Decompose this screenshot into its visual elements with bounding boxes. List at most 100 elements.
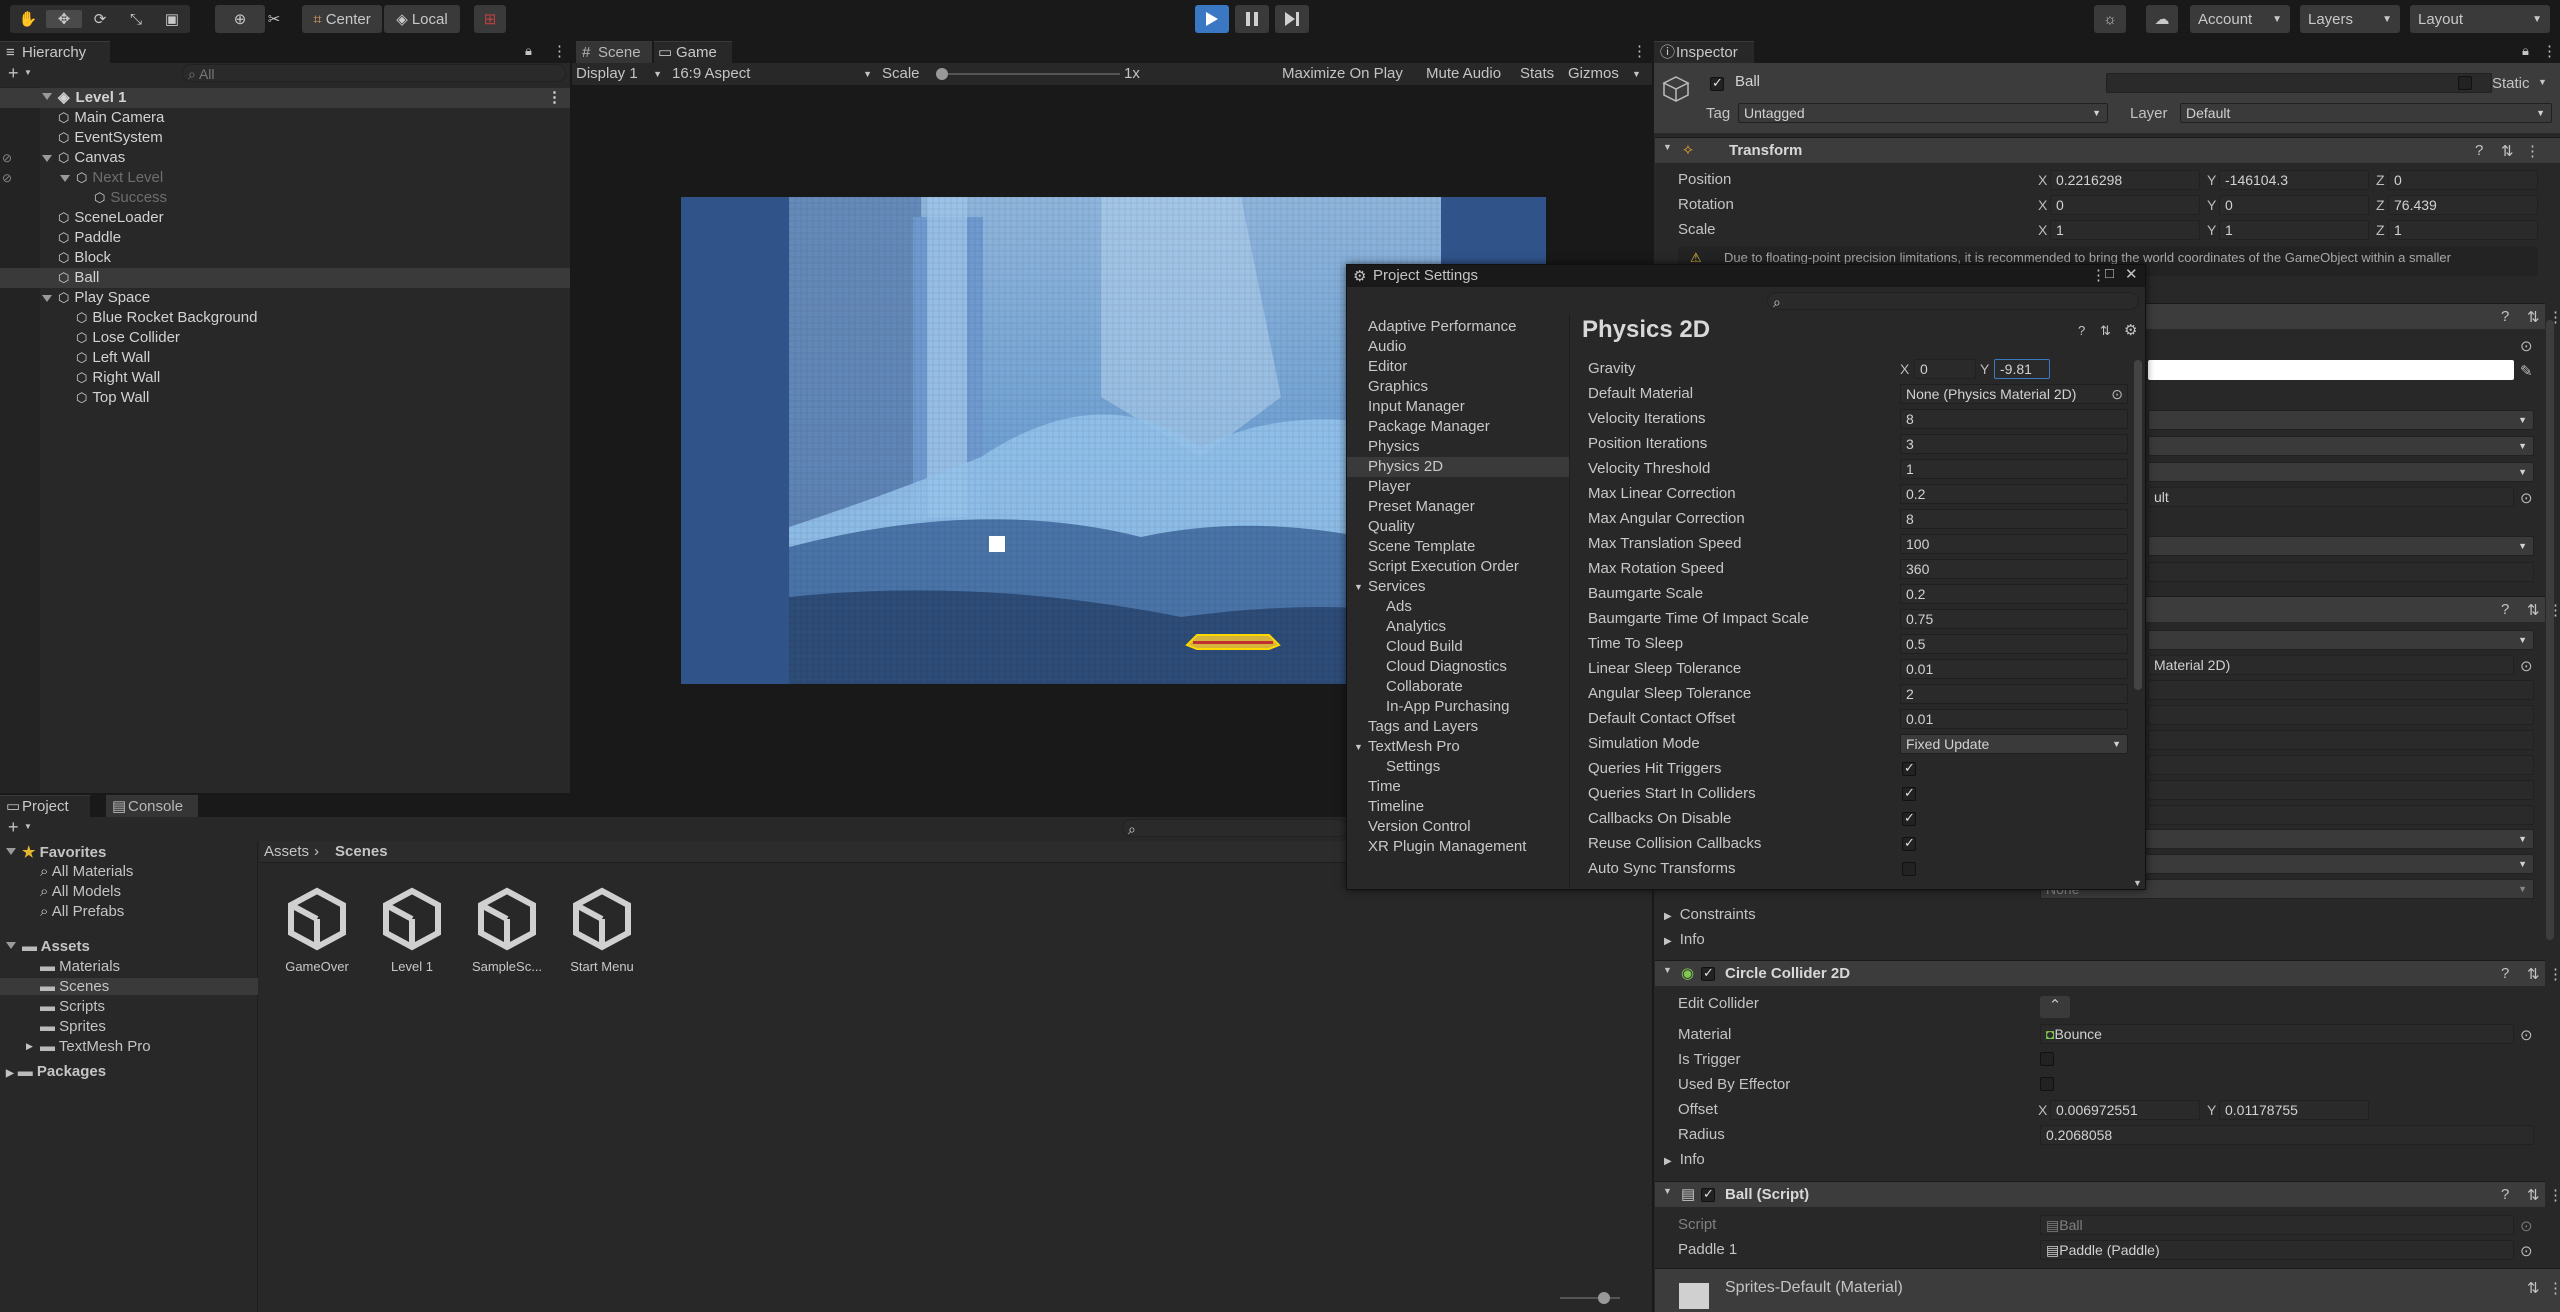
expand-arrow-icon[interactable] [42,295,52,302]
hierarchy-item[interactable]: ⬡ Lose Collider [0,328,570,348]
setting-checkbox[interactable] [1902,862,1916,876]
more-options-icon[interactable]: ⋮ [2091,266,2106,284]
asset-folder-item[interactable]: ▬ Sprites [0,1018,258,1035]
info-foldout[interactable]: ▶ Info [1664,931,1705,948]
tab-hierarchy[interactable]: ≡ Hierarchy [0,41,110,63]
expand-arrow-icon[interactable]: ▼ [1354,737,1363,757]
settings-nav-item[interactable]: Input Manager [1347,397,1569,417]
project-search-input[interactable]: ⌕ [1122,819,1348,837]
transform-rot-y-field[interactable]: 0 [2219,195,2369,215]
hierarchy-item[interactable]: ⬡ Top Wall [0,388,570,408]
dropdown-arrow-icon[interactable]: ▼ [24,68,32,77]
object-picker-icon[interactable]: ⊙ [2520,1242,2533,1260]
help-icon[interactable]: ? [2501,308,2509,325]
eyedropper-icon[interactable]: ✎ [2520,362,2533,380]
breadcrumb-scenes[interactable]: Scenes [335,843,388,860]
ball-script-header[interactable]: ▼ ▤ Ball (Script) ? ⇅ ⋮ [1655,1181,2560,1207]
setting-value-field[interactable]: 3 [1900,434,2128,454]
settings-search-input[interactable]: ⌕ [1767,292,2139,310]
component-enabled-checkbox[interactable] [1701,1186,1715,1202]
collapsed-arrow-icon[interactable]: ▶ [6,1068,14,1079]
assets-row[interactable]: ▬ Assets [6,938,90,955]
material-preview-header[interactable]: Sprites-Default (Material) ⇅ ⋮ [1655,1268,2560,1312]
transform-rot-z-field[interactable]: 76.439 [2388,195,2538,215]
active-checkbox[interactable] [1710,75,1724,91]
transform-scl-y-field[interactable]: 1 [2219,220,2369,240]
expand-arrow-icon[interactable] [42,93,52,100]
setting-checkbox[interactable] [1902,810,1916,826]
expand-arrow-icon[interactable] [42,155,52,162]
tab-console[interactable]: ▤ Console [106,795,198,817]
collider-info-foldout[interactable]: ▶ Info [1664,1151,1705,1168]
add-icon[interactable]: + [8,817,19,838]
asset-folder-item[interactable]: ▶ ▬ TextMesh Pro [0,1038,258,1055]
settings-nav-item[interactable]: Quality [1347,517,1569,537]
preset-icon[interactable]: ⇅ [2527,1186,2540,1204]
help-icon[interactable]: ? [2501,601,2509,618]
setting-value-field[interactable]: 0.5 [1900,634,2128,654]
transform-scl-z-field[interactable]: 1 [2388,220,2538,240]
pause-button[interactable] [1235,5,1269,33]
settings-nav-item[interactable]: Physics 2D [1347,457,1569,477]
setting-value-field[interactable]: 0.75 [1900,609,2128,629]
asset-folder-item[interactable]: ▬ Scripts [0,998,258,1015]
more-options-icon[interactable]: ⋮ [2542,42,2557,60]
settings-nav-item[interactable]: Package Manager [1347,417,1569,437]
object-picker-icon[interactable]: ⊙ [2520,657,2533,675]
material-field[interactable]: ult [2148,487,2514,507]
layer-dropdown[interactable]: Default ▼ [2180,103,2552,123]
add-icon[interactable]: + [8,63,19,84]
settings-scrollbar[interactable] [2134,360,2142,690]
settings-nav-item[interactable]: In-App Purchasing [1347,697,1569,717]
transform-pos-y-field[interactable]: -146104.3 [2219,170,2369,190]
expand-arrow-icon[interactable]: ▼ [1354,577,1363,597]
transform-rot-x-field[interactable]: 0 [2050,195,2200,215]
physics-material-field[interactable]: Material 2D) [2148,655,2514,675]
offset-y-field[interactable]: 0.01178755 [2219,1100,2369,1120]
preset-icon[interactable]: ⇅ [2527,308,2540,326]
used-by-effector-checkbox[interactable] [2040,1077,2054,1091]
paddle-reference-field[interactable]: ▤Paddle (Paddle) [2040,1240,2514,1260]
settings-nav-item[interactable]: Script Execution Order [1347,557,1569,577]
number-field[interactable] [2148,780,2534,800]
layers-dropdown[interactable]: Layers ▼ [2300,5,2400,33]
settings-nav-item[interactable]: ▼ TextMesh Pro [1347,737,1569,757]
tag-dropdown[interactable]: Untagged ▼ [1738,103,2108,123]
hierarchy-item[interactable]: ⬡ Play Space [0,288,570,308]
move-tool-icon[interactable]: ✥ [46,10,82,28]
transform-scl-x-field[interactable]: 1 [2050,220,2200,240]
collapsed-arrow-icon[interactable]: ▶ [26,1041,33,1052]
hierarchy-item[interactable]: ⬡ Paddle [0,228,570,248]
object-picker-icon[interactable]: ⊙ [2520,489,2533,507]
expand-arrow-icon[interactable]: ▼ [1663,142,1672,152]
aspect-dropdown[interactable]: 16:9 Aspect ▼ [672,65,872,82]
radius-field[interactable]: 0.2068058 [2040,1125,2534,1145]
scene-row[interactable]: ◈ Level 1 ⋮ [0,88,570,108]
icon-size-slider[interactable] [1560,1292,1620,1304]
maximize-on-play-toggle[interactable]: Maximize On Play [1282,65,1403,82]
number-field[interactable] [2148,730,2534,750]
asset-folder-item[interactable]: ▬ Scenes [0,978,258,995]
collider-material-field[interactable]: ◘Bounce [2040,1024,2514,1044]
number-field[interactable] [2148,680,2534,700]
scale-tool-icon[interactable]: ⤡ [118,11,154,28]
object-picker-icon[interactable]: ⊙ [2111,385,2123,403]
hierarchy-item[interactable]: ⬡ Left Wall [0,348,570,368]
more-options-icon[interactable]: ⋮ [2525,142,2540,160]
hierarchy-item[interactable]: ⬡ Next Level ⊘ [0,168,570,188]
dropdown-field[interactable]: ▼ [2148,536,2534,556]
simulation-mode-dropdown[interactable]: Fixed Update ▼ [1900,734,2128,754]
preset-icon[interactable]: ⇅ [2100,323,2111,339]
favorites-row[interactable]: ★ Favorites [6,843,106,861]
settings-nav-item[interactable]: Editor [1347,357,1569,377]
hand-tool-icon[interactable]: ✋ [10,10,46,28]
favorite-item[interactable]: ⌕ All Materials [40,863,133,880]
pivot-local-button[interactable]: ◈ Local [384,5,460,33]
help-icon[interactable]: ? [2078,323,2085,338]
expand-arrow-icon[interactable] [60,175,70,182]
grid-snap-icon[interactable]: ⊞ [474,5,506,33]
preset-icon[interactable]: ⇅ [2527,1279,2540,1297]
setting-value-field[interactable]: 0.01 [1900,709,2128,729]
tab-project[interactable]: ▭ Project [0,795,90,817]
setting-value-field[interactable]: 100 [1900,534,2128,554]
